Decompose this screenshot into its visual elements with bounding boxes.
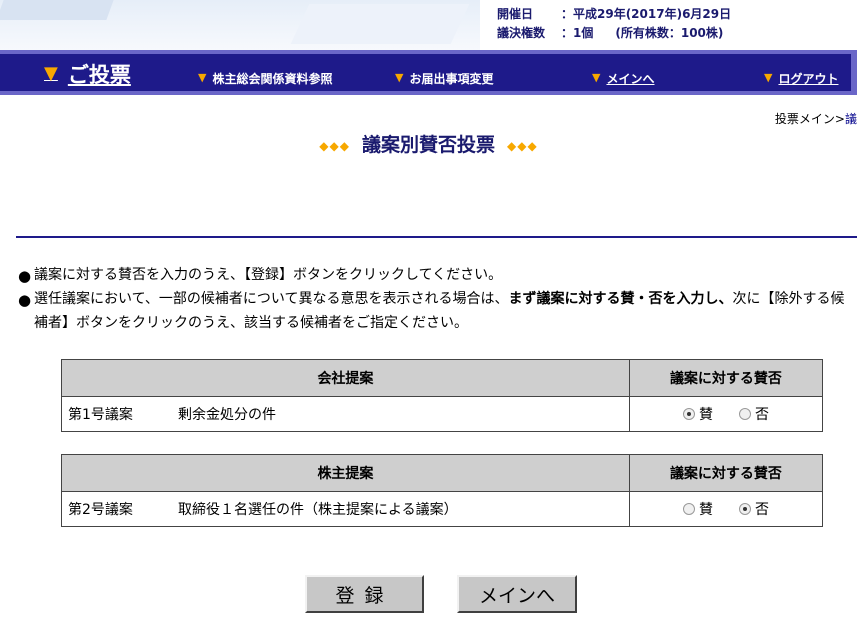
approve-label: 賛 bbox=[698, 502, 713, 518]
proposal-title-cell: 第1号議案 剰余金処分の件 bbox=[61, 396, 630, 432]
meeting-info: 開催日 ：平成29年(2017年)6月29日 議決権数 ：1個 (所有株数：100株) bbox=[497, 5, 731, 43]
vote-column-header: 議案に対する賛否 bbox=[628, 359, 824, 397]
nav-item-label: 株主総会関係資料参照 bbox=[212, 72, 333, 86]
proposal-title: 剰余金処分の件 bbox=[178, 407, 276, 423]
reject-option[interactable]: 否 bbox=[738, 499, 769, 519]
reject-radio[interactable] bbox=[738, 408, 751, 420]
navbar-edge bbox=[851, 54, 857, 91]
approve-option[interactable]: 賛 bbox=[682, 499, 713, 519]
navbar: ▼ ご投票 ▼ 株主総会関係資料参照 ▼ お届出事項変更 ▼ メインへ ▼ ログ… bbox=[0, 50, 857, 95]
company-proposal-table: 会社提案 議案に対する賛否 第1号議案 剰余金処分の件 賛 否 bbox=[61, 359, 824, 432]
meeting-date-row: 開催日 ：平成29年(2017年)6月29日 bbox=[497, 5, 731, 24]
nav-item-label: ログアウト bbox=[778, 72, 839, 86]
register-button[interactable]: 登録 bbox=[305, 575, 424, 613]
reject-option[interactable]: 否 bbox=[738, 404, 769, 424]
instruction-item: ● 議案に対する賛否を入力のうえ、【登録】ボタンをクリックしてください。 bbox=[18, 263, 856, 287]
instructions: ● 議案に対する賛否を入力のうえ、【登録】ボタンをクリックしてください。 ● 選… bbox=[18, 263, 856, 335]
main-button[interactable]: メインへ bbox=[457, 575, 577, 613]
approve-radio[interactable] bbox=[682, 408, 695, 420]
voting-rights-value: ：1個 bbox=[561, 26, 594, 40]
vote-radio-group: 賛 否 bbox=[682, 404, 769, 424]
table-header-row: 株主提案 議案に対する賛否 bbox=[61, 454, 824, 492]
vote-radio-group: 賛 否 bbox=[682, 499, 769, 519]
nav-item-main[interactable]: ▼ メインへ bbox=[592, 70, 654, 87]
company-proposal-header: 会社提案 bbox=[61, 359, 630, 397]
nav-item-change-registration[interactable]: ▼ お届出事項変更 bbox=[395, 70, 493, 87]
bullet-icon: ● bbox=[18, 291, 32, 309]
nav-item-meeting-documents[interactable]: ▼ 株主総会関係資料参照 bbox=[198, 70, 332, 87]
triangle-down-icon: ▼ bbox=[198, 71, 207, 84]
vote-cell: 賛 否 bbox=[628, 396, 824, 432]
instruction-text: 選任議案において、一部の候補者について異なる意思を表示される場合は、 bbox=[34, 291, 509, 307]
decoration-shape bbox=[0, 0, 114, 20]
voting-rights-label: 議決権数 bbox=[497, 26, 546, 40]
nav-title[interactable]: ▼ ご投票 bbox=[44, 59, 131, 89]
page-title: ◆◆◆ 議案別賛否投票 ◆◆◆ bbox=[0, 130, 857, 157]
instruction-emphasis: まず議案に対する賛・否を入力し、 bbox=[508, 291, 733, 307]
decoration-shape bbox=[290, 4, 470, 44]
meeting-date-value: ：平成29年(2017年)6月29日 bbox=[561, 7, 732, 21]
approve-radio[interactable] bbox=[682, 503, 695, 515]
shareholder-proposal-header: 株主提案 bbox=[61, 454, 630, 492]
meeting-date-label: 開催日 bbox=[497, 7, 534, 21]
breadcrumb: 投票メイン>議 bbox=[775, 110, 857, 127]
page-title-text: 議案別賛否投票 bbox=[361, 134, 495, 156]
proposal-number: 第2号議案 bbox=[68, 502, 133, 518]
nav-item-logout[interactable]: ▼ ログアウト bbox=[764, 70, 838, 87]
triangle-down-icon: ▼ bbox=[44, 62, 58, 84]
header-decoration bbox=[0, 0, 480, 50]
triangle-down-icon: ▼ bbox=[395, 71, 404, 84]
instruction-item: ● 選任議案において、一部の候補者について異なる意思を表示される場合は、まず議案… bbox=[18, 287, 856, 335]
instruction-text: 議案に対する賛否を入力のうえ、【登録】ボタンをクリックしてください。 bbox=[34, 267, 503, 283]
proposal-title: 取締役１名選任の件（株主提案による議案） bbox=[178, 502, 458, 518]
shares-held: (所有株数：100株) bbox=[615, 26, 724, 40]
nav-item-label: お届出事項変更 bbox=[409, 72, 494, 86]
diamond-dots-icon: ◆◆◆ bbox=[319, 138, 350, 153]
triangle-down-icon: ▼ bbox=[592, 71, 601, 84]
divider bbox=[16, 236, 857, 238]
approve-option[interactable]: 賛 bbox=[682, 404, 713, 424]
reject-label: 否 bbox=[754, 502, 769, 518]
diamond-dots-icon: ◆◆◆ bbox=[507, 138, 538, 153]
table-row: 第1号議案 剰余金処分の件 賛 否 bbox=[61, 396, 824, 432]
proposal-title-cell: 第2号議案 取締役１名選任の件（株主提案による議案） bbox=[61, 491, 630, 527]
breadcrumb-current: 議 bbox=[844, 112, 857, 126]
reject-label: 否 bbox=[754, 407, 769, 423]
table-row: 第2号議案 取締役１名選任の件（株主提案による議案） 賛 否 bbox=[61, 491, 824, 527]
table-header-row: 会社提案 議案に対する賛否 bbox=[61, 359, 824, 397]
proposal-number: 第1号議案 bbox=[68, 407, 133, 423]
reject-radio[interactable] bbox=[738, 503, 751, 515]
bullet-icon: ● bbox=[18, 267, 32, 285]
vote-cell: 賛 否 bbox=[628, 491, 824, 527]
breadcrumb-link[interactable]: 投票メイン> bbox=[775, 112, 845, 126]
nav-item-label: メインへ bbox=[606, 72, 655, 86]
nav-title-label: ご投票 bbox=[67, 63, 131, 87]
vote-column-header: 議案に対する賛否 bbox=[628, 454, 824, 492]
voting-rights-row: 議決権数 ：1個 (所有株数：100株) bbox=[497, 24, 731, 43]
approve-label: 賛 bbox=[698, 407, 713, 423]
shareholder-proposal-table: 株主提案 議案に対する賛否 第2号議案 取締役１名選任の件（株主提案による議案） … bbox=[61, 454, 824, 527]
triangle-down-icon: ▼ bbox=[764, 71, 773, 84]
